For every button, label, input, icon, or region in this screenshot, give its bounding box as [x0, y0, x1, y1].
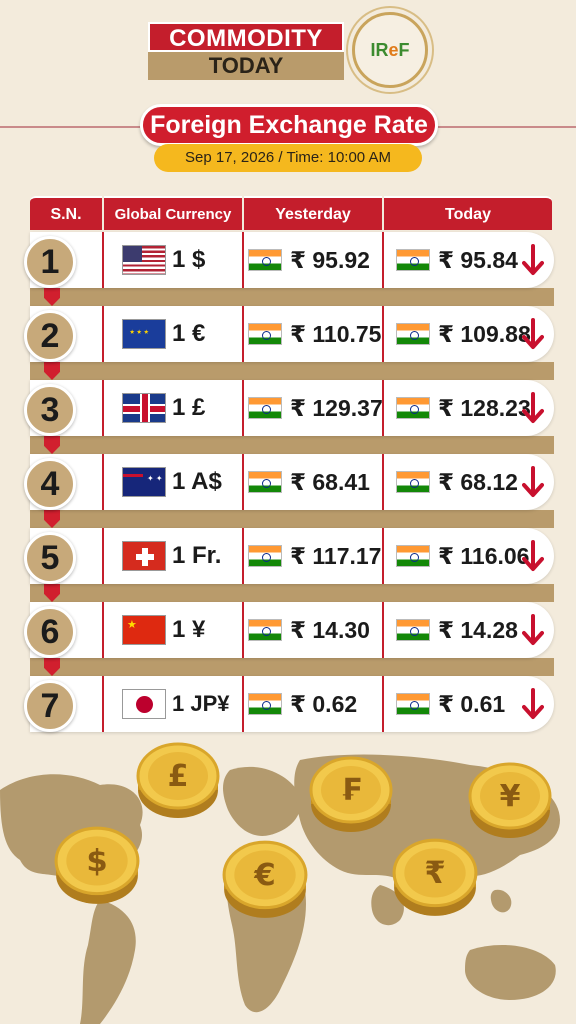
- yesterday-rate: ₹ 68.41: [290, 468, 370, 495]
- today-rate: ₹ 68.12: [438, 468, 518, 495]
- franc-coin-icon: ₣: [309, 756, 393, 832]
- arrow-down-icon: [522, 614, 544, 645]
- au-flag-icon: [122, 467, 166, 497]
- row-number: 2: [24, 310, 76, 362]
- india-flag-icon: [396, 693, 430, 715]
- yesterday-rate: ₹ 129.37: [290, 394, 383, 421]
- col-header-today: Today: [384, 196, 552, 230]
- yen-coin-icon: ¥: [468, 762, 552, 838]
- row-number: 6: [24, 606, 76, 658]
- row-connector: [30, 436, 554, 454]
- table-row: 3 1 £ ₹ 129.37 ₹ 128.23: [0, 380, 576, 436]
- row-number: 4: [24, 458, 76, 510]
- coin-symbol: ¥: [500, 779, 521, 814]
- row-connector: [30, 584, 554, 602]
- arrow-down-icon: [522, 466, 544, 497]
- currency-label: 1 £: [172, 394, 206, 421]
- row-connector: [30, 288, 554, 306]
- india-flag-icon: [248, 397, 282, 419]
- rupee-coin-icon: ₹: [392, 838, 478, 916]
- currency-label: 1 Fr.: [172, 542, 222, 569]
- india-flag-icon: [248, 471, 282, 493]
- pound-coin-icon: £: [136, 742, 220, 818]
- india-flag-icon: [396, 619, 430, 641]
- india-flag-icon: [396, 471, 430, 493]
- dollar-coin-icon: $: [54, 826, 140, 904]
- coin-symbol: ₣: [341, 773, 362, 808]
- yesterday-rate: ₹ 95.92: [290, 246, 370, 273]
- currency-label: 1 ¥: [172, 616, 206, 643]
- today-rate: ₹ 109.88: [438, 320, 531, 347]
- row-connector: [30, 658, 554, 676]
- currency-label: 1 A$: [172, 468, 222, 495]
- arrow-down-icon: [522, 392, 544, 423]
- iref-badge-icon: IReF: [352, 12, 428, 88]
- yesterday-rate: ₹ 117.17: [290, 542, 382, 569]
- india-flag-icon: [248, 693, 282, 715]
- coin-symbol: $: [86, 844, 107, 879]
- date-time-badge: Sep 17, 2026 / Time: 10:00 AM: [154, 144, 422, 172]
- currency-label: 1 $: [172, 246, 206, 273]
- india-flag-icon: [396, 323, 430, 345]
- today-rate: ₹ 0.61: [438, 690, 506, 717]
- arrow-down-icon: [522, 244, 544, 275]
- india-flag-icon: [248, 619, 282, 641]
- table-row: 5 1 Fr. ₹ 117.17 ₹ 116.06: [0, 528, 576, 584]
- uk-flag-icon: [122, 393, 166, 423]
- divider-right: [438, 126, 576, 128]
- arrow-down-icon: [522, 540, 544, 571]
- badge-mid: e: [388, 40, 399, 60]
- table-row: 1 1 $ ₹ 95.92 ₹ 95.84: [0, 232, 576, 288]
- india-flag-icon: [396, 249, 430, 271]
- yesterday-rate: ₹ 0.62: [290, 690, 358, 717]
- coin-symbol: £: [168, 759, 189, 794]
- coin-symbol: €: [253, 858, 275, 893]
- col-header-currency: Global Currency: [104, 196, 242, 230]
- india-flag-icon: [248, 545, 282, 567]
- table-row: 4 1 A$ ₹ 68.41 ₹ 68.12: [0, 454, 576, 510]
- row-number: 7: [24, 680, 76, 732]
- yesterday-rate: ₹ 110.75: [290, 320, 382, 347]
- page-title: Foreign Exchange Rate: [140, 104, 438, 146]
- row-connector: [30, 362, 554, 380]
- india-flag-icon: [248, 249, 282, 271]
- arrow-down-icon: [522, 688, 544, 719]
- india-flag-icon: [396, 397, 430, 419]
- row-number: 3: [24, 384, 76, 436]
- ch-flag-icon: [122, 541, 166, 571]
- currency-label: 1 JP¥: [172, 691, 230, 716]
- today-rate: ₹ 95.84: [438, 246, 518, 273]
- coin-symbol: ₹: [424, 856, 445, 891]
- cn-flag-icon: [122, 615, 166, 645]
- today-rate: ₹ 116.06: [438, 542, 530, 569]
- us-flag-icon: [122, 245, 166, 275]
- india-flag-icon: [248, 323, 282, 345]
- table-row: 2 1 € ₹ 110.75 ₹ 109.88: [0, 306, 576, 362]
- row-connector: [30, 510, 554, 528]
- col-header-sn: S.N.: [30, 196, 102, 230]
- eu-flag-icon: [122, 319, 166, 349]
- row-number: 5: [24, 532, 76, 584]
- arrow-down-icon: [522, 318, 544, 349]
- jp-flag-icon: [122, 689, 166, 719]
- today-rate: ₹ 14.28: [438, 616, 518, 643]
- row-number: 1: [24, 236, 76, 288]
- yesterday-rate: ₹ 14.30: [290, 616, 370, 643]
- badge-prefix: IR: [370, 40, 389, 60]
- euro-coin-icon: €: [222, 840, 308, 918]
- logo-commodity: COMMODITY: [148, 22, 344, 52]
- col-header-yesterday: Yesterday: [244, 196, 382, 230]
- table-row: 6 1 ¥ ₹ 14.30 ₹ 14.28: [0, 602, 576, 658]
- today-rate: ₹ 128.23: [438, 394, 531, 421]
- badge-suffix: F: [398, 40, 410, 60]
- page: COMMODITY TODAY IReF Foreign Exchange Ra…: [0, 0, 576, 1024]
- currency-label: 1 €: [172, 320, 206, 347]
- table-row: 7 1 JP¥ ₹ 0.62 ₹ 0.61: [0, 676, 576, 732]
- india-flag-icon: [396, 545, 430, 567]
- logo-today: TODAY: [148, 52, 344, 80]
- divider-left: [0, 126, 140, 128]
